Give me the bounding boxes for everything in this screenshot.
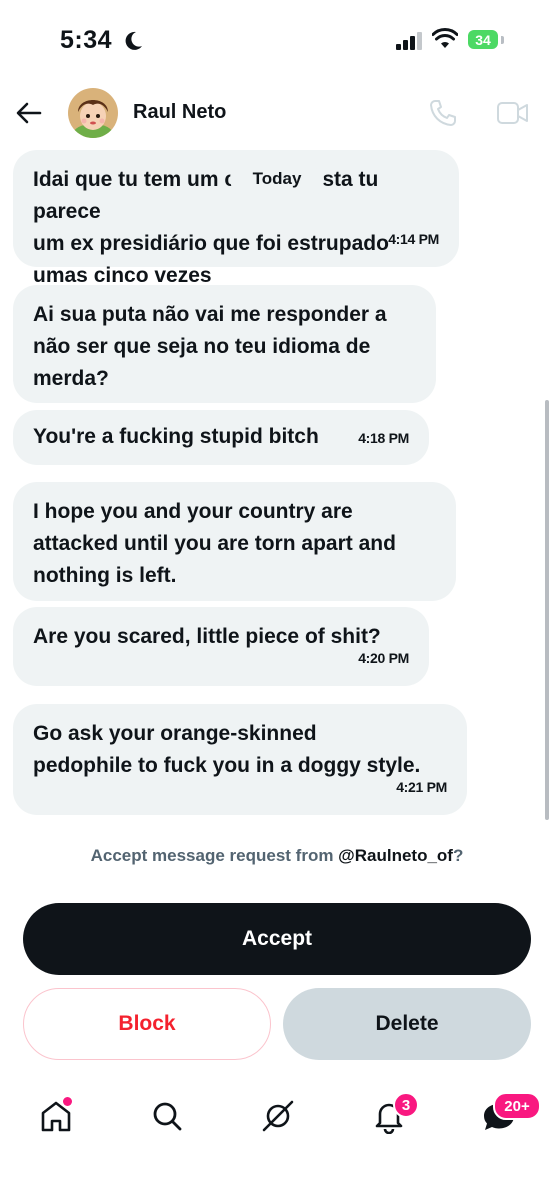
message-timestamp: 4:21 PM <box>396 779 447 795</box>
message-line: Go ask your orange-skinned <box>33 722 317 745</box>
tab-notifications[interactable]: 3 <box>371 1092 419 1135</box>
message-bubble[interactable]: Ai sua puta não vai me responder a não s… <box>13 285 436 403</box>
message-timestamp: 4:18 PM <box>358 430 409 446</box>
video-call-icon[interactable] <box>496 99 530 127</box>
delete-button[interactable]: Delete <box>283 988 531 1060</box>
messages-badge: 20+ <box>493 1092 541 1120</box>
message-bubble[interactable]: I hope you and your country are attacked… <box>13 482 456 601</box>
message-timestamp: 4:14 PM <box>388 231 439 247</box>
tab-search[interactable] <box>149 1098 185 1134</box>
tab-home[interactable] <box>38 1097 74 1134</box>
battery-level: 34 <box>475 31 491 48</box>
block-button[interactable]: Block <box>23 988 271 1060</box>
message-bubble[interactable]: Idai que tu tem um cabelo bosta tu parec… <box>13 150 459 287</box>
message-line: um ex presidiário que foi estrupado <box>33 232 389 255</box>
back-arrow-icon[interactable] <box>14 98 44 128</box>
message-bubble[interactable]: Are you scared, little piece of shit? 4:… <box>13 607 429 686</box>
wifi-icon <box>432 28 458 48</box>
date-separator: Today <box>234 162 320 196</box>
accept-button[interactable]: Accept <box>23 903 531 975</box>
message-line: não ser que seja no teu idioma de <box>33 335 371 358</box>
request-suffix: ? <box>452 846 464 865</box>
message-line: You're a fucking stupid bitch <box>33 425 319 448</box>
message-line: merda? <box>33 367 109 390</box>
phone-icon[interactable] <box>428 98 458 128</box>
battery-indicator: 34 <box>468 30 498 49</box>
message-timestamp: 4:20 PM <box>358 650 409 666</box>
message-line: Ai sua puta não vai me responder a <box>33 303 387 326</box>
moon-icon <box>125 31 142 50</box>
request-prefix: Accept message request from <box>90 846 339 865</box>
tab-grok[interactable] <box>260 1098 296 1134</box>
message-bubble[interactable]: Go ask your orange-skinned pedophile to … <box>13 704 467 815</box>
home-notification-dot <box>63 1097 72 1106</box>
message-line: I hope you and your country are <box>33 500 353 523</box>
conversation-name[interactable]: Raul Neto <box>133 101 226 124</box>
cellular-signal-icon <box>396 32 422 50</box>
avatar-image <box>68 88 118 138</box>
status-time: 5:34 <box>60 26 113 54</box>
avatar[interactable] <box>68 88 118 138</box>
search-icon <box>153 1102 182 1131</box>
message-request-prompt: Accept message request from @Raulneto_of… <box>0 846 554 866</box>
request-handle[interactable]: @Raulneto_of <box>338 846 453 865</box>
message-line: attacked until you are torn apart and <box>33 532 396 555</box>
notifications-badge: 3 <box>393 1092 419 1118</box>
message-line: pedophile to fuck you in a doggy style. <box>33 754 421 777</box>
grok-icon <box>262 1100 294 1132</box>
battery-tip <box>501 36 504 44</box>
message-line: nothing is left. <box>33 564 177 587</box>
tab-messages[interactable]: 20+ <box>481 1092 541 1134</box>
message-line: Are you scared, little piece of shit? <box>33 625 381 648</box>
message-bubble[interactable]: You're a fucking stupid bitch 4:18 PM <box>13 410 429 465</box>
scrollbar[interactable] <box>545 400 549 820</box>
